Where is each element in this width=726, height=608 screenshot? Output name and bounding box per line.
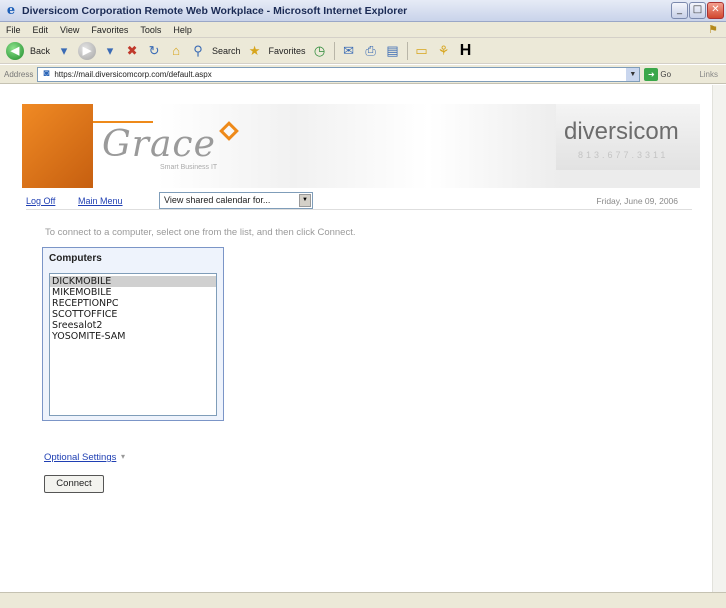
ie-icon: e xyxy=(6,2,16,18)
computer-list-item[interactable]: MIKEMOBILE xyxy=(50,287,216,298)
computer-list-item[interactable]: Sreesalot2 xyxy=(50,320,216,331)
menu-file[interactable]: File xyxy=(6,25,21,35)
edit-icon[interactable]: ▤ xyxy=(385,43,401,59)
connect-instruction: To connect to a computer, select one fro… xyxy=(45,227,356,238)
stop-icon[interactable]: ✖ xyxy=(124,43,140,59)
toolbar-separator xyxy=(406,41,408,60)
address-label: Address xyxy=(4,69,34,79)
history-icon[interactable]: ◷ xyxy=(312,43,328,59)
address-field[interactable]: ◙ https://mail.diversicomcorp.com/defaul… xyxy=(37,66,641,82)
menu-edit[interactable]: Edit xyxy=(33,25,49,35)
menu-tools[interactable]: Tools xyxy=(140,25,161,35)
h-icon[interactable]: H xyxy=(458,42,474,59)
window-controls: _ □ ✕ xyxy=(671,2,724,19)
current-date: Friday, June 09, 2006 xyxy=(596,196,678,206)
diversicom-logo: diversicom xyxy=(564,118,679,145)
dropdown-arrow-icon[interactable]: ▾ xyxy=(102,43,118,59)
go-button-label[interactable]: Go xyxy=(660,70,671,79)
go-arrow-icon[interactable]: ➜ xyxy=(644,67,659,81)
toolbar-separator xyxy=(333,41,335,60)
banner: Grace Smart Business IT diversicom 813.6… xyxy=(22,104,700,188)
computer-list-item[interactable]: RECEPTIONPC xyxy=(50,298,216,309)
chevron-down-icon[interactable]: ▾ xyxy=(121,452,125,461)
vertical-scrollbar[interactable] xyxy=(712,85,726,592)
favorites-star-icon[interactable]: ★ xyxy=(247,43,263,59)
computers-panel: Computers DICKMOBILE MIKEMOBILE RECEPTIO… xyxy=(42,247,224,421)
page-content: Grace Smart Business IT diversicom 813.6… xyxy=(0,85,712,592)
forward-arrow-icon[interactable]: ▶ xyxy=(78,41,97,60)
search-icon[interactable]: ⚲ xyxy=(190,43,206,59)
title-bar: e Diversicom Corporation Remote Web Work… xyxy=(0,0,726,22)
banner-photo xyxy=(22,104,93,188)
computer-list-item[interactable]: DICKMOBILE xyxy=(50,276,216,287)
diversicom-logo-block: diversicom 813.677.3311 xyxy=(556,104,700,170)
status-bar xyxy=(0,592,726,608)
back-button-label[interactable]: Back xyxy=(30,46,50,56)
minimize-button[interactable]: _ xyxy=(671,2,688,19)
address-bar: Address ◙ https://mail.diversicomcorp.co… xyxy=(0,65,726,84)
grace-logo: Grace xyxy=(102,124,216,165)
links-label[interactable]: Links xyxy=(699,70,718,79)
menu-view[interactable]: View xyxy=(60,25,79,35)
home-icon[interactable]: ⌂ xyxy=(168,43,184,59)
print-icon[interactable]: ⎙ xyxy=(363,43,379,59)
chevron-down-icon[interactable]: ▼ xyxy=(299,194,311,207)
main-menu-link[interactable]: Main Menu xyxy=(78,196,123,206)
shared-calendar-select[interactable]: View shared calendar for... ▼ xyxy=(159,192,313,209)
page-icon: ◙ xyxy=(43,68,50,79)
diversicom-phone: 813.677.3311 xyxy=(578,150,669,160)
log-off-link[interactable]: Log Off xyxy=(26,196,55,206)
refresh-icon[interactable]: ↻ xyxy=(146,43,162,59)
menu-favorites[interactable]: Favorites xyxy=(91,25,128,35)
shared-calendar-select-value: View shared calendar for... xyxy=(164,195,271,205)
computer-list-item[interactable]: YOSOMITE-SAM xyxy=(50,331,216,342)
mail-icon[interactable]: ✉ xyxy=(341,43,357,59)
menu-bar: File Edit View Favorites Tools Help ⚑ xyxy=(0,22,726,38)
banner-accent-line xyxy=(93,121,153,123)
back-arrow-icon[interactable]: ◀ xyxy=(6,41,24,60)
address-url[interactable]: https://mail.diversicomcorp.com/default.… xyxy=(54,70,211,79)
computer-list-item[interactable]: SCOTTOFFICE xyxy=(50,309,216,320)
connect-button[interactable]: Connect xyxy=(44,475,104,493)
maximize-button[interactable]: □ xyxy=(689,2,706,19)
windows-flag-icon: ⚑ xyxy=(708,24,718,36)
address-dropdown-icon[interactable]: ▼ xyxy=(626,67,640,81)
menu-help[interactable]: Help xyxy=(173,25,192,35)
grace-diamond-icon xyxy=(219,121,239,141)
messenger-icon[interactable]: ⚘ xyxy=(436,43,452,59)
dropdown-arrow-icon[interactable]: ▾ xyxy=(56,43,72,59)
favorites-button-label[interactable]: Favorites xyxy=(269,46,306,56)
grace-logo-subtitle: Smart Business IT xyxy=(160,164,218,171)
optional-settings-link[interactable]: Optional Settings xyxy=(44,452,116,463)
window-title: Diversicom Corporation Remote Web Workpl… xyxy=(22,4,408,17)
nav-row: Log Off Main Menu View shared calendar f… xyxy=(26,192,692,210)
folder-icon[interactable]: ▭ xyxy=(414,43,430,59)
computers-panel-title: Computers xyxy=(49,253,102,264)
computers-listbox[interactable]: DICKMOBILE MIKEMOBILE RECEPTIONPC SCOTTO… xyxy=(49,273,217,416)
close-button[interactable]: ✕ xyxy=(707,2,724,19)
search-button-label[interactable]: Search xyxy=(212,46,241,56)
toolbar: ◀ Back ▾ ▶ ▾ ✖ ↻ ⌂ ⚲ Search ★ Favorites … xyxy=(0,38,726,64)
